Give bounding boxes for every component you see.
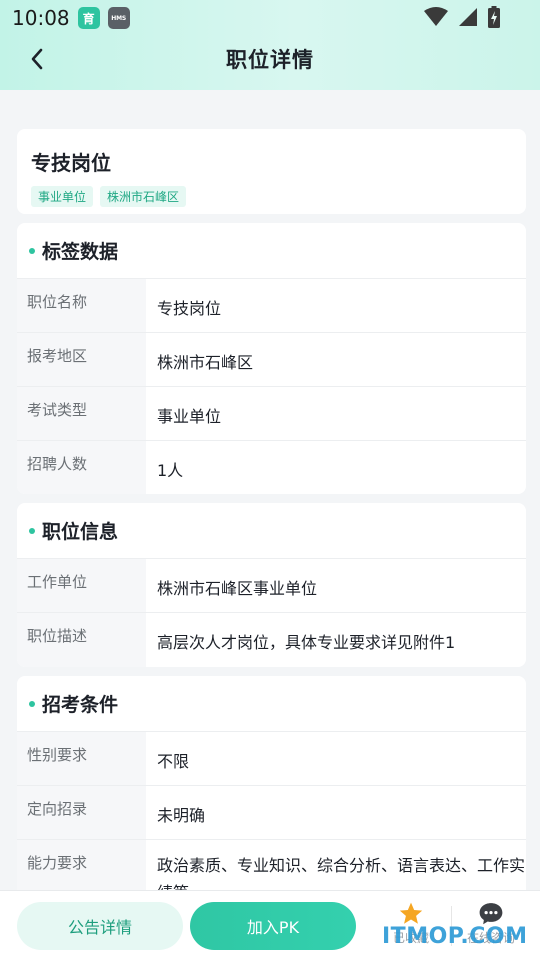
- table-row: 职位名称 专技岗位: [17, 279, 526, 333]
- section-title-tag-data: 标签数据: [17, 223, 526, 279]
- chevron-left-icon: [31, 48, 43, 70]
- wifi-icon: [424, 7, 448, 26]
- section-title-text: 标签数据: [42, 241, 119, 263]
- job-name: 专技岗位: [31, 151, 111, 175]
- row-value: 1人: [157, 461, 184, 480]
- job-summary-card: 专技岗位 事业单位 株洲市石峰区: [17, 129, 526, 214]
- section-dot: [29, 247, 35, 254]
- page-title: 职位详情: [226, 48, 314, 72]
- status-time: 10:08: [12, 6, 70, 30]
- table-row: 报考地区 株洲市石峰区: [17, 333, 526, 387]
- row-value: 株洲市石峰区: [157, 353, 254, 372]
- tag-exam-type: 事业单位: [31, 186, 94, 207]
- row-label: 报考地区: [17, 333, 146, 386]
- row-label: 职位描述: [17, 613, 146, 667]
- tag-region: 株洲市石峰区: [100, 186, 187, 207]
- section-title-text: 招考条件: [42, 694, 119, 716]
- row-value: 未明确: [157, 806, 206, 825]
- education-app-icon: 育: [77, 7, 100, 29]
- job-tags: 事业单位 株洲市石峰区: [31, 186, 512, 207]
- row-label: 工作单位: [17, 559, 146, 612]
- row-label: 定向招录: [17, 786, 146, 839]
- row-value: 专技岗位: [157, 299, 222, 318]
- table-row: 职位描述 高层次人才岗位，具体专业要求详见附件1: [17, 613, 526, 667]
- table-row: 定向招录 未明确: [17, 786, 526, 840]
- row-value: 株洲市石峰区事业单位: [157, 579, 318, 598]
- join-pk-button[interactable]: 加入PK: [190, 902, 356, 950]
- table-row: 工作单位 株洲市石峰区事业单位: [17, 559, 526, 613]
- section-title-text: 职位信息: [42, 521, 119, 543]
- battery-charging-icon: [488, 6, 500, 28]
- row-label: 招聘人数: [17, 441, 146, 494]
- hms-app-icon: HMS: [107, 7, 130, 29]
- status-icons: [424, 6, 500, 28]
- conditions-card: 招考条件 性别要求 不限 定向招录 未明确 能力要求 政治素质、专业知识、综合分…: [17, 676, 526, 916]
- back-button[interactable]: [20, 42, 54, 76]
- tag-data-card: 标签数据 职位名称 专技岗位 报考地区 株洲市石峰区 考试类型 事业单位 招聘人…: [17, 223, 526, 494]
- row-label: 职位名称: [17, 279, 146, 332]
- status-bar: 10:08 育 HMS: [0, 0, 540, 36]
- signal-icon: [459, 8, 477, 26]
- section-dot: [29, 700, 35, 707]
- job-info-card: 职位信息 工作单位 株洲市石峰区事业单位 职位描述 高层次人才岗位，具体专业要求…: [17, 503, 526, 667]
- row-label: 性别要求: [17, 732, 146, 785]
- row-label: 考试类型: [17, 387, 146, 440]
- notice-details-button[interactable]: 公告详情: [17, 902, 183, 950]
- watermark: ITMOP.COM: [382, 924, 528, 949]
- row-value: 不限: [157, 752, 190, 771]
- row-value: 事业单位: [157, 407, 222, 426]
- title-bar: 职位详情: [0, 38, 540, 80]
- section-title-conditions: 招考条件: [17, 676, 526, 732]
- row-value: 高层次人才岗位，具体专业要求详见附件1: [157, 633, 456, 652]
- table-row: 性别要求 不限: [17, 732, 526, 786]
- table-row: 招聘人数 1人: [17, 441, 526, 494]
- section-dot: [29, 527, 35, 534]
- table-row: 考试类型 事业单位: [17, 387, 526, 441]
- section-title-job-info: 职位信息: [17, 503, 526, 559]
